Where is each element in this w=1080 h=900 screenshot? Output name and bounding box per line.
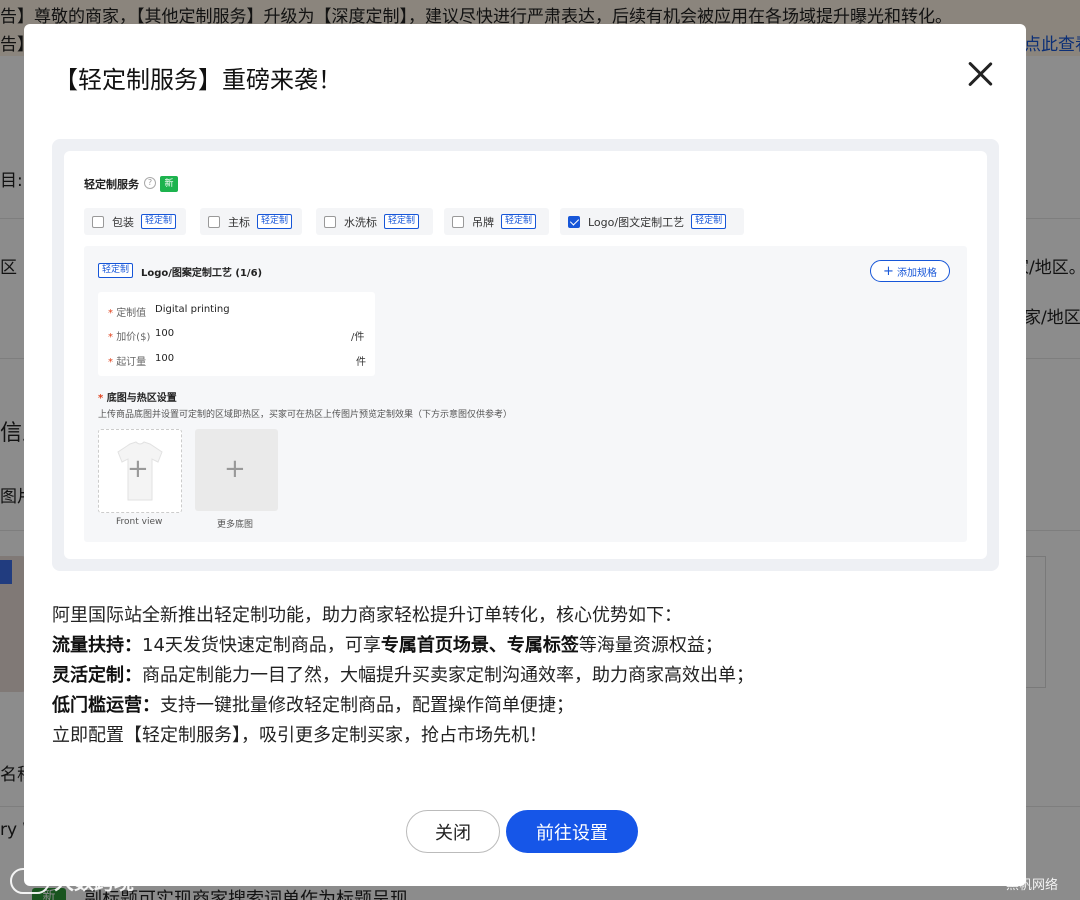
light-custom-tag: 轻定制: [98, 263, 134, 278]
option-label: 主标: [228, 215, 250, 229]
option-label: 吊牌: [472, 215, 494, 229]
option-label: Logo/图文定制工艺: [588, 215, 685, 229]
light-custom-tag: 轻定制: [501, 214, 537, 229]
desc-point-flexible: 灵活定制：商品定制能力一目了然，大幅提升买卖家定制沟通效率，助力商家高效出单；: [52, 665, 754, 686]
checkbox-icon[interactable]: [452, 215, 464, 228]
desc-point-traffic: 流量扶持：14天发货快速定制商品，可享专属首页场景、专属标签等海量资源权益；: [52, 635, 723, 656]
option-logo-craft[interactable]: Logo/图文定制工艺 轻定制: [560, 208, 744, 235]
watermark-right: 黑帆网络: [1006, 878, 1059, 893]
checkbox-icon[interactable]: [92, 215, 104, 228]
watermark-left: 大数跨境: [10, 866, 134, 895]
plus-icon: +: [224, 454, 246, 484]
desc-closing: 立即配置【轻定制服务】，吸引更多定制买家，抢占市场先机！: [52, 725, 547, 746]
field-value[interactable]: Digital printing: [155, 304, 230, 315]
new-badge: 新: [160, 176, 178, 192]
panel-title: Logo/图案定制工艺 (1/6): [141, 268, 263, 279]
field-label-price: * 加价($): [108, 332, 151, 343]
checkbox-icon[interactable]: [324, 215, 336, 228]
light-custom-tag: 轻定制: [257, 214, 293, 229]
field-moq-unit: 件: [356, 357, 366, 368]
more-images-caption: 更多底图: [217, 520, 254, 530]
field-label-moq: * 起订量: [108, 357, 147, 368]
light-custom-tag: 轻定制: [141, 214, 177, 229]
watermark-logo-icon: [10, 867, 50, 894]
help-icon: ?: [144, 177, 156, 189]
add-spec-label: 添加规格: [896, 267, 937, 279]
light-custom-tag: 轻定制: [691, 214, 727, 229]
hotspot-title: * 底图与热区设置: [98, 393, 177, 404]
checkbox-checked-icon[interactable]: [568, 215, 580, 228]
plus-icon: +: [883, 263, 894, 279]
option-label: 包装: [112, 215, 134, 229]
go-settings-button[interactable]: 前往设置: [506, 810, 638, 853]
checkbox-icon[interactable]: [208, 215, 220, 228]
desc-intro: 阿里国际站全新推出轻定制功能，助力商家轻松提升订单转化，核心优势如下：: [52, 605, 682, 626]
option-hang-tag[interactable]: 吊牌 轻定制: [444, 208, 549, 235]
desc-point-low-barrier: 低门槛运营：支持一键批量修改轻定制商品，配置操作简单便捷；: [52, 695, 574, 716]
add-spec-button[interactable]: + 添加规格: [870, 260, 950, 282]
light-custom-tag: 轻定制: [384, 214, 420, 229]
plus-icon: +: [127, 454, 149, 484]
field-moq[interactable]: 100: [155, 353, 174, 364]
option-label: 水洗标: [344, 215, 377, 229]
close-button[interactable]: 关闭: [406, 810, 500, 853]
front-view-caption: Front view: [116, 517, 163, 527]
modal-title: 【轻定制服务】重磅来袭！: [54, 66, 342, 94]
close-icon[interactable]: [960, 54, 1000, 94]
field-price[interactable]: 100: [155, 328, 174, 339]
option-wash-label[interactable]: 水洗标 轻定制: [316, 208, 433, 235]
field-label-value: * 定制值: [108, 308, 147, 319]
service-label: 轻定制服务: [84, 178, 139, 191]
hotspot-desc: 上传商品底图并设置可定制的区域即热区，买家可在热区上传图片预览定制效果（下方示意…: [98, 410, 513, 420]
option-packaging[interactable]: 包装 轻定制: [84, 208, 186, 235]
field-price-unit: /件: [351, 332, 365, 343]
option-main-label[interactable]: 主标 轻定制: [200, 208, 302, 235]
